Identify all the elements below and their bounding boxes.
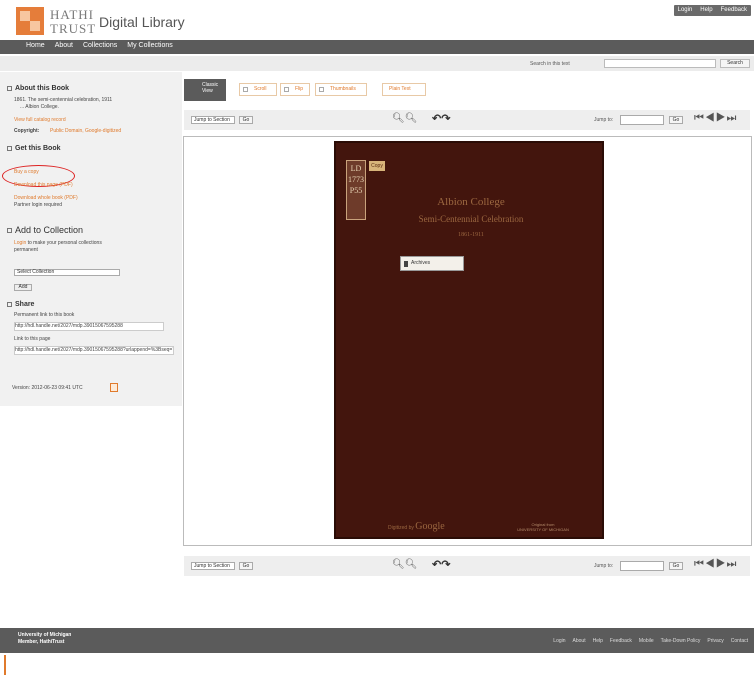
nav-about[interactable]: About (55, 42, 73, 54)
page-toolbar-bottom: Jump to Section Go 🔍︎🔍︎ ↶↷ Jump to: Go ⏮… (184, 556, 750, 576)
search-bar: Search in this text Search (0, 56, 754, 71)
collection-note: Login to make your personal collections (14, 240, 102, 246)
book-icon (7, 145, 12, 151)
partner-note: Partner login required (14, 202, 63, 208)
rotate-icon-bottom[interactable]: ↶↷ (432, 558, 450, 571)
zoom-in-out-icon[interactable]: 🔍︎🔍︎ (392, 113, 417, 124)
jump-to-label-bottom: Jump to: (594, 563, 614, 569)
archive-sticker: Archives (400, 256, 464, 271)
login-link-sidebar[interactable]: Login (14, 240, 26, 246)
zoom-in-out-icon-bottom[interactable]: 🔍︎🔍︎ (392, 559, 417, 570)
collection-select[interactable]: Select Collection (14, 269, 120, 276)
jump-to-section-select-bottom[interactable]: Jump to Section (191, 562, 235, 570)
search-button[interactable]: Search (720, 59, 750, 68)
brand-line-2: TRUST (50, 21, 97, 36)
cover-subtitle: Semi-Centennial Celebration (418, 214, 524, 224)
thumbnails-icon (319, 87, 324, 92)
page-viewer[interactable]: LD 1773 P55 Copy Albion College Semi-Cente… (183, 136, 752, 546)
section-go-button-bottom[interactable]: Go (239, 562, 253, 570)
book-title-line-2: ... Albion College. (20, 104, 59, 110)
jump-to-page-input[interactable] (620, 115, 664, 125)
nav-collections[interactable]: Collections (83, 42, 117, 54)
cover-title: Albion College (437, 196, 505, 208)
google-watermark: Digitized by Google (388, 521, 445, 532)
footer-university: University of Michigan Member, HathiTrust (18, 632, 72, 645)
buy-copy-link[interactable]: Buy a copy (14, 169, 39, 176)
header: HATHI TRUST Digital Library Login Help F… (0, 0, 754, 40)
search-label: Search in this text (530, 61, 570, 67)
sidebar: About this Book 1861. The semi-centennia… (0, 72, 182, 406)
login-link[interactable]: Login (678, 7, 693, 14)
footer: University of Michigan Member, HathiTrust… (0, 628, 754, 653)
flip-view-button[interactable]: Flip (280, 83, 310, 96)
page-link-label: Link to this page (14, 336, 51, 342)
feedback-link[interactable]: Feedback (721, 7, 747, 14)
collection-note-2: permanent (14, 247, 38, 253)
nav-my-collections[interactable]: My Collections (127, 42, 173, 54)
collection-heading: Add to Collection (7, 225, 83, 235)
jump-to-section-select[interactable]: Jump to Section (191, 116, 235, 124)
view-switcher: Classic View Scroll Flip Thumbnails Plain… (184, 79, 432, 101)
footer-mobile-link[interactable]: Mobile (639, 638, 654, 644)
share-heading: Share (7, 301, 34, 308)
scroll-view-button[interactable]: Scroll (239, 83, 277, 96)
plain-text-view-button[interactable]: Plain Text (382, 83, 426, 96)
copyright-label: Copyright: (14, 128, 40, 134)
collection-icon (7, 228, 12, 234)
version-icon[interactable] (110, 383, 118, 392)
download-page-link[interactable]: Download this page (PDF) (14, 182, 73, 189)
help-link[interactable]: Help (700, 7, 712, 14)
book-cover-image: LD 1773 P55 Copy Albion College Semi-Cente… (334, 141, 604, 539)
download-book-link[interactable]: Download whole book (PDF) (14, 195, 78, 202)
section-go-button[interactable]: Go (239, 116, 253, 124)
footer-privacy-link[interactable]: Privacy (707, 638, 723, 644)
classic-view-button[interactable]: Classic View (184, 79, 226, 101)
version-text: Version: 2012-06-23 09:41 UTC (12, 385, 83, 391)
thumbnails-view-button[interactable]: Thumbnails (315, 83, 367, 96)
call-number-label: LD 1773 P55 (346, 160, 366, 220)
original-from: Original from UNIVERSITY OF MICHIGAN (517, 522, 569, 532)
copy-tag: Copy (369, 161, 385, 171)
footer-takedown-link[interactable]: Take-Down Policy (661, 638, 701, 644)
footer-links: Login About Help Feedback Mobile Take-Do… (553, 638, 748, 644)
orange-edge-marker (4, 655, 6, 675)
permanent-link-label: Permanent link to this book (14, 312, 75, 318)
footer-feedback-link[interactable]: Feedback (610, 638, 632, 644)
book-title-line-1: 1861. The semi-centennial celebration, 1… (14, 97, 113, 103)
main-nav: Home About Collections My Collections (0, 40, 754, 54)
nav-home[interactable]: Home (26, 42, 45, 54)
rotate-icon[interactable]: ↶↷ (432, 112, 450, 125)
footer-about-link[interactable]: About (573, 638, 586, 644)
brand-name: Digital Library (99, 14, 185, 30)
page-go-button[interactable]: Go (669, 116, 683, 124)
page-toolbar-top: Jump to Section Go 🔍︎🔍︎ ↶↷ Jump to: Go ⏮… (184, 110, 750, 130)
footer-login-link[interactable]: Login (553, 638, 565, 644)
search-input[interactable] (604, 59, 716, 68)
page-go-button-bottom[interactable]: Go (669, 562, 683, 570)
jump-to-label: Jump to: (594, 117, 614, 123)
jump-to-page-input-bottom[interactable] (620, 561, 664, 571)
utility-links: Login Help Feedback (673, 5, 751, 16)
flip-icon (284, 87, 289, 92)
about-heading: About this Book (7, 85, 69, 92)
info-icon (7, 85, 12, 91)
permanent-link-field[interactable]: http://hdl.handle.net/2027/mdp.390150675… (14, 322, 164, 331)
share-icon (7, 301, 12, 307)
hathitrust-logo[interactable] (16, 7, 44, 35)
copyright-value[interactable]: Public Domain, Google-digitized (50, 128, 121, 135)
cover-dates: 1861-1911 (458, 232, 484, 238)
add-button[interactable]: Add (14, 284, 32, 291)
catalog-record-link[interactable]: View full catalog record (14, 117, 66, 124)
page-link-field[interactable]: http://hdl.handle.net/2027/mdp.390150675… (14, 346, 174, 355)
scroll-icon (243, 87, 248, 92)
pager-icons-bottom[interactable]: ⏮◀▶⏭ (694, 558, 737, 571)
footer-help-link[interactable]: Help (593, 638, 603, 644)
footer-contact-link[interactable]: Contact (731, 638, 748, 644)
pager-icons[interactable]: ⏮◀▶⏭ (694, 112, 737, 125)
get-book-heading: Get this Book (7, 145, 61, 152)
